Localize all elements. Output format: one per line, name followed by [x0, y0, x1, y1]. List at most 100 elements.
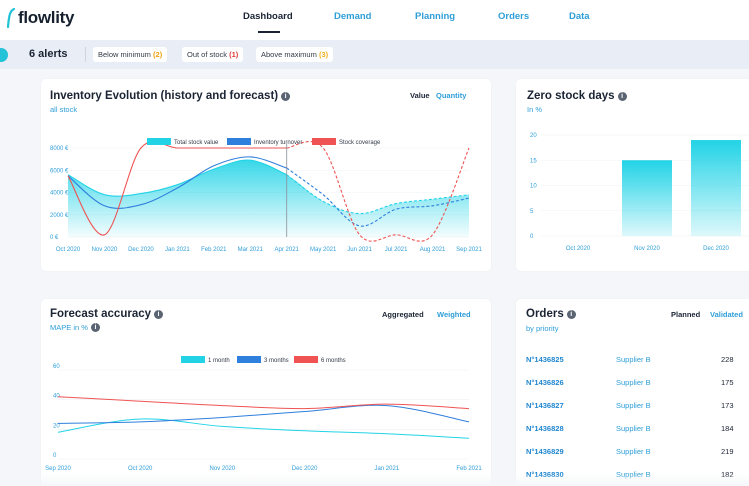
order-supplier: Supplier B	[616, 355, 651, 364]
chip-label: Below minimum	[98, 50, 151, 59]
x-tick-label: Jul 2021	[385, 247, 408, 253]
logo-mark-icon	[6, 7, 16, 29]
y-tick-label: 0 €	[50, 235, 59, 241]
order-supplier: Supplier B	[616, 424, 651, 433]
top-navigation: flowlity Dashboard Demand Planning Order…	[0, 0, 749, 40]
y-tick-label: 10	[530, 184, 537, 190]
y-tick-label: 60	[53, 364, 60, 370]
legend-label: 3 months	[264, 358, 289, 364]
legend-swatch	[181, 356, 205, 363]
logo[interactable]: flowlity	[6, 6, 74, 30]
x-tick-label: Jan 2021	[165, 247, 190, 253]
x-tick-label: Nov 2020	[634, 246, 660, 252]
legend-swatch	[237, 356, 261, 363]
forecast-chart: 0204060Sep 2020 Oct 2020 Nov 2020 Dec 2020 J…	[45, 356, 482, 472]
bar	[622, 160, 672, 236]
chip-count: (3)	[318, 50, 329, 59]
orders-title: Orders i	[526, 308, 576, 320]
orders-subtitle: by priority	[526, 324, 559, 333]
series-line	[57, 418, 470, 439]
order-supplier: Supplier B	[616, 378, 651, 387]
order-supplier: Supplier B	[616, 447, 651, 456]
legend-label: Stock coverage	[339, 140, 381, 146]
legend-label: 6 months	[321, 358, 346, 364]
order-id[interactable]: N°1436826	[526, 378, 564, 387]
x-tick-label: Nov 2020	[92, 247, 118, 253]
y-tick-label: 5	[530, 209, 534, 215]
orders-card: Orders i by priority Planned Validated N°…	[516, 299, 749, 486]
y-tick-label: 20	[53, 423, 60, 429]
x-tick-label: Feb 2021	[201, 247, 227, 253]
x-tick-label: Dec 2020	[292, 466, 318, 472]
x-tick-label: Oct 2020	[566, 246, 591, 252]
chip-below-minimum[interactable]: Below minimum (2)	[93, 47, 168, 62]
chip-label: Above maximum	[261, 50, 317, 59]
legend-swatch	[294, 356, 318, 363]
x-tick-label: Dec 2020	[703, 246, 729, 252]
toggle-planned[interactable]: Planned	[671, 310, 700, 319]
x-tick-label: Mar 2021	[238, 247, 264, 253]
series-line	[57, 396, 470, 410]
chip-count: (2)	[153, 50, 163, 59]
chip-label: Out of stock	[187, 50, 228, 59]
order-quantity: 228	[721, 355, 734, 364]
legend-swatch	[312, 138, 336, 145]
legend-swatch	[147, 138, 171, 145]
x-tick-label: May 2021	[310, 247, 337, 253]
orders-title-text: Orders	[526, 308, 564, 320]
order-row[interactable]: N°1436829 Supplier B 219	[516, 447, 749, 467]
order-quantity: 219	[721, 447, 734, 456]
nav-demand[interactable]: Demand	[334, 11, 371, 22]
total-stock-value-area	[68, 160, 469, 237]
orders-list: N°1436825 Supplier B 228 N°1436826 Suppl…	[516, 355, 749, 486]
bottom-fade	[0, 474, 749, 486]
order-row[interactable]: N°1436827 Supplier B 173	[516, 401, 749, 421]
chip-out-of-stock[interactable]: Out of stock (1)	[182, 47, 244, 62]
order-quantity: 175	[721, 378, 734, 387]
nav-active-indicator	[258, 31, 280, 33]
order-quantity: 173	[721, 401, 734, 410]
toggle-validated[interactable]: Validated	[710, 310, 743, 319]
nav-dashboard[interactable]: Dashboard	[243, 11, 293, 22]
order-row[interactable]: N°1436825 Supplier B 228	[516, 355, 749, 375]
order-quantity: 184	[721, 424, 734, 433]
y-tick-label: 20	[530, 133, 537, 139]
y-tick-label: 0	[530, 234, 534, 240]
y-tick-label: 6000 €	[50, 168, 69, 174]
y-tick-label: 0	[53, 453, 57, 459]
x-tick-label: Sep 2021	[456, 247, 482, 253]
logo-text: flowlity	[18, 8, 75, 27]
x-tick-label: Oct 2020	[56, 247, 81, 253]
order-row[interactable]: N°1436828 Supplier B 184	[516, 424, 749, 444]
nav-data[interactable]: Data	[569, 11, 590, 22]
legend-label: Inventory turnover	[254, 140, 302, 146]
x-tick-label: Jun 2021	[347, 247, 372, 253]
alerts-count[interactable]: 6 alerts	[29, 48, 68, 60]
y-tick-label: 15	[530, 158, 537, 164]
info-icon[interactable]: i	[566, 310, 576, 319]
inventory-chart: 0 € 2000 € 4000 € 6000 € 8000 € Oct 2020 Nov 2…	[50, 138, 483, 253]
x-tick-label: Feb 2021	[456, 466, 482, 472]
chip-above-maximum[interactable]: Above maximum (3)	[256, 47, 334, 62]
order-id[interactable]: N°1436828	[526, 424, 564, 433]
x-tick-label: Jan 2021	[374, 466, 399, 472]
forecast-card: Forecast accuracy i MAPE in % i Aggregated…	[41, 299, 491, 486]
y-tick-label: 2000 €	[50, 213, 69, 219]
order-row[interactable]: N°1436826 Supplier B 175	[516, 378, 749, 398]
x-tick-label: Nov 2020	[210, 466, 236, 472]
x-tick-label: Oct 2020	[128, 466, 153, 472]
alert-icon	[0, 48, 8, 62]
legend-label: 1 month	[208, 358, 230, 364]
alerts-divider	[85, 47, 86, 62]
nav-planning[interactable]: Planning	[415, 11, 455, 22]
zero-stock-card: Zero stock days i In % 0 5 10 15 20 Oct 2020 No…	[516, 79, 749, 271]
bar	[691, 140, 741, 236]
order-id[interactable]: N°1436827	[526, 401, 564, 410]
inventory-card: Inventory Evolution (history and forecas…	[41, 79, 491, 271]
order-id[interactable]: N°1436829	[526, 447, 564, 456]
order-id[interactable]: N°1436825	[526, 355, 564, 364]
nav-orders[interactable]: Orders	[498, 11, 529, 22]
chip-count: (1)	[229, 50, 239, 59]
legend-swatch	[227, 138, 251, 145]
x-tick-label: Dec 2020	[128, 247, 154, 253]
